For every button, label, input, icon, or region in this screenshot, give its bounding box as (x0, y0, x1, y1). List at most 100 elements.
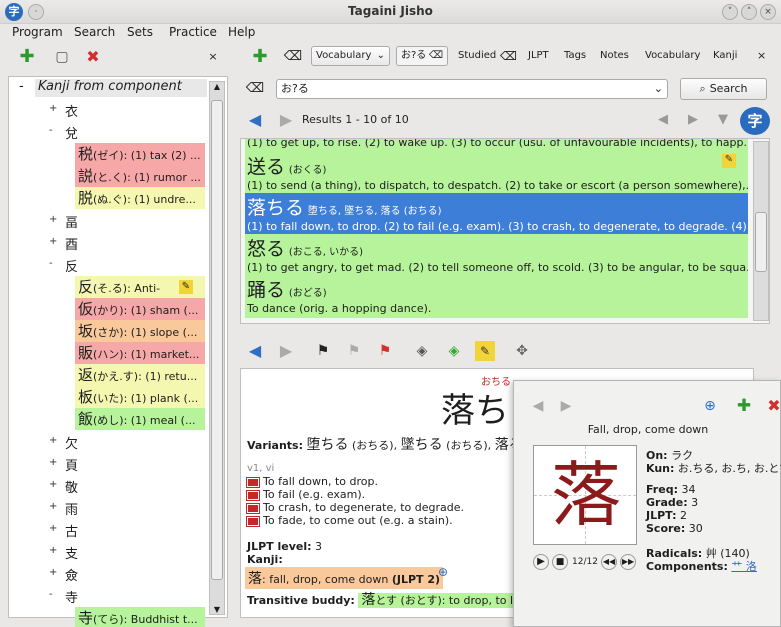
tree-component-row[interactable]: + 衣 (9, 99, 199, 121)
expand-icon[interactable]: + (49, 457, 57, 468)
tree-component-row[interactable]: + 雨 (9, 497, 199, 519)
menu-program[interactable]: Program (12, 25, 63, 39)
tree-kanji-row[interactable]: 反(そ.る): Anti- ✎ (75, 275, 205, 298)
zoom-icon[interactable]: ⊕ (438, 565, 448, 579)
tab-vocabulary[interactable]: Vocabulary (645, 46, 700, 66)
menu-practice[interactable]: Practice (169, 25, 217, 39)
tree-component-row[interactable]: -兌 (9, 121, 199, 143)
next-page-icon[interactable]: ▶ (683, 110, 703, 130)
tree-component-row[interactable]: + 支 (9, 541, 199, 563)
search-button[interactable]: ⌕ Search (680, 78, 767, 100)
next-stroke-icon[interactable]: ▶▶ (620, 554, 636, 570)
expand-icon[interactable]: + (49, 103, 57, 114)
tab-studied[interactable]: Studied (458, 46, 496, 66)
forward-icon[interactable]: ▶ (276, 110, 296, 130)
tab-kanji[interactable]: Kanji (713, 46, 737, 66)
tab-tags[interactable]: Tags (564, 46, 586, 66)
popup-add-icon[interactable]: ✚ (734, 396, 754, 416)
result-item-1[interactable]: 送る (おくる) (1) to send (a thing), to dispa… (245, 152, 748, 193)
back-icon[interactable]: ◀ (245, 110, 265, 130)
tree-component-row[interactable]: + 頁 (9, 453, 199, 475)
collapse-icon[interactable]: - (49, 589, 53, 600)
tree-component-row[interactable]: + 酉 (9, 232, 199, 254)
tree-kanji-row[interactable]: 税(ゼイ): (1) tax (2) ... (75, 143, 205, 166)
expand-icon[interactable]: + (49, 236, 57, 247)
edit-note-icon[interactable]: ✎ (475, 341, 495, 361)
search-history-chevron-icon[interactable]: ⌄ (654, 80, 663, 98)
prev-page-icon[interactable]: ◀ (653, 110, 673, 130)
collapse-icon[interactable]: - (49, 125, 53, 136)
results-scrollbar[interactable] (753, 141, 769, 321)
result-item-3[interactable]: 怒る (おこる, いかる) (1) to get angry, to get m… (245, 234, 748, 275)
tree-kanji-row[interactable]: 販(ハン): (1) market... (75, 342, 205, 365)
tab-jlpt[interactable]: JLPT (528, 46, 549, 66)
detail-forward-icon[interactable]: ▶ (276, 341, 296, 361)
tree-component-row[interactable]: + 古 (9, 519, 199, 541)
expand-icon[interactable]: + (49, 501, 57, 512)
expand-icon[interactable]: + (49, 214, 57, 225)
result-item-0[interactable]: (1) to get up, to rise. (2) to wake up. … (245, 139, 748, 152)
new-set-icon[interactable]: ▢ (52, 47, 72, 67)
result-item-4[interactable]: 踊る (おどる) To dance (orig. a hopping dance… (245, 275, 748, 318)
tag-icon[interactable]: ◈ (412, 341, 432, 361)
collapse-icon[interactable]: - (49, 258, 53, 269)
stop-icon[interactable]: ■ (552, 554, 568, 570)
add-icon[interactable]: ✚ (17, 47, 37, 67)
tab-notes[interactable]: Notes (600, 46, 629, 66)
popup-close-icon[interactable]: ✖ (764, 396, 781, 416)
tree-component-row[interactable]: + 敬 (9, 475, 199, 497)
tree-kanji-row[interactable]: 板(いた): (1) plank (... (75, 386, 205, 409)
prev-stroke-icon[interactable]: ◀◀ (601, 554, 617, 570)
scroll-up-icon[interactable]: ▲ (210, 82, 224, 91)
components-value[interactable]: 艹 洛 (731, 560, 757, 573)
play-icon[interactable]: ▶ (533, 554, 549, 570)
close-window-button[interactable]: × (760, 4, 776, 20)
vocabulary-select[interactable]: Vocabulary ⌄ (311, 46, 390, 66)
tree-scroll-thumb[interactable] (211, 100, 223, 580)
results-scroll-thumb[interactable] (755, 212, 767, 272)
menu-help[interactable]: Help (228, 25, 255, 39)
delete-icon[interactable]: ✖ (83, 47, 103, 67)
tree-kanji-row[interactable]: 飯(めし): (1) meal (... (75, 408, 205, 431)
tree-kanji-row[interactable]: 返(かえ.す): (1) retu... (75, 364, 205, 387)
expand-icon[interactable]: + (49, 523, 57, 534)
close-tabs-icon[interactable]: × (757, 46, 766, 66)
note-icon[interactable]: ✎ (722, 154, 736, 168)
reset-icon[interactable]: ⌫ (283, 47, 303, 67)
tree-component-row[interactable]: + 僉 (9, 563, 199, 585)
tree-kanji-row[interactable]: 坂(さか): (1) slope (... (75, 320, 205, 342)
tree-kanji-row[interactable]: 説(と.く): (1) rumor ... (75, 165, 205, 188)
popup-back-icon[interactable]: ◀ (528, 396, 548, 416)
tree-kanji-row[interactable]: 寺(てら): Buddhist t... (75, 607, 205, 627)
clear-studied-icon[interactable]: ⌫ (500, 46, 517, 66)
flag-icon[interactable]: ⚑ (313, 341, 333, 361)
close-panel-icon[interactable]: × (203, 47, 223, 67)
stroke-canvas[interactable]: 落 (533, 445, 637, 545)
minimize-button[interactable]: ˅ (722, 4, 738, 20)
tree-component-row[interactable]: + 欠 (9, 431, 199, 453)
expand-icon[interactable]: + (49, 545, 57, 556)
note-icon[interactable]: ✎ (179, 279, 193, 294)
popup-forward-icon[interactable]: ▶ (556, 396, 576, 416)
tree-component-row[interactable]: -寺 (9, 585, 199, 607)
clear-search-icon[interactable]: ⌫ (245, 79, 265, 99)
menu-search[interactable]: Search (74, 25, 115, 39)
tree-component-row[interactable]: + 畐 (9, 210, 199, 232)
buddy-link[interactable]: 落とす (おとす): to drop, to lo (358, 592, 523, 608)
search-input[interactable]: お?る ⌄ (276, 79, 668, 99)
expand-icon[interactable]: + (49, 435, 57, 446)
detail-back-icon[interactable]: ◀ (245, 341, 265, 361)
tree-scrollbar[interactable]: ▲ ▼ (209, 81, 225, 615)
tree-kanji-row[interactable]: 脱(ぬ.ぐ): (1) undre... (75, 187, 205, 210)
result-item-2-selected[interactable]: 落ちる 堕ちる, 墜ちる, 落る (おちる) (1) to fall down,… (245, 193, 748, 234)
maximize-button[interactable]: ˄ (741, 4, 757, 20)
menu-sets[interactable]: Sets (127, 25, 153, 39)
popup-zoom-icon[interactable]: ⊕ (700, 396, 720, 416)
settings-icon[interactable]: ✥ (512, 341, 532, 361)
clear-filter-icon[interactable]: ⌫ (429, 47, 443, 65)
scroll-down-icon[interactable]: ▼ (210, 605, 224, 614)
add-to-set-icon[interactable]: ✚ (250, 47, 270, 67)
tree-kanji-row[interactable]: 仮(かり): (1) sham (... (75, 297, 205, 320)
tree-component-row[interactable]: -反 (9, 254, 199, 276)
expand-icon[interactable]: + (49, 567, 57, 578)
